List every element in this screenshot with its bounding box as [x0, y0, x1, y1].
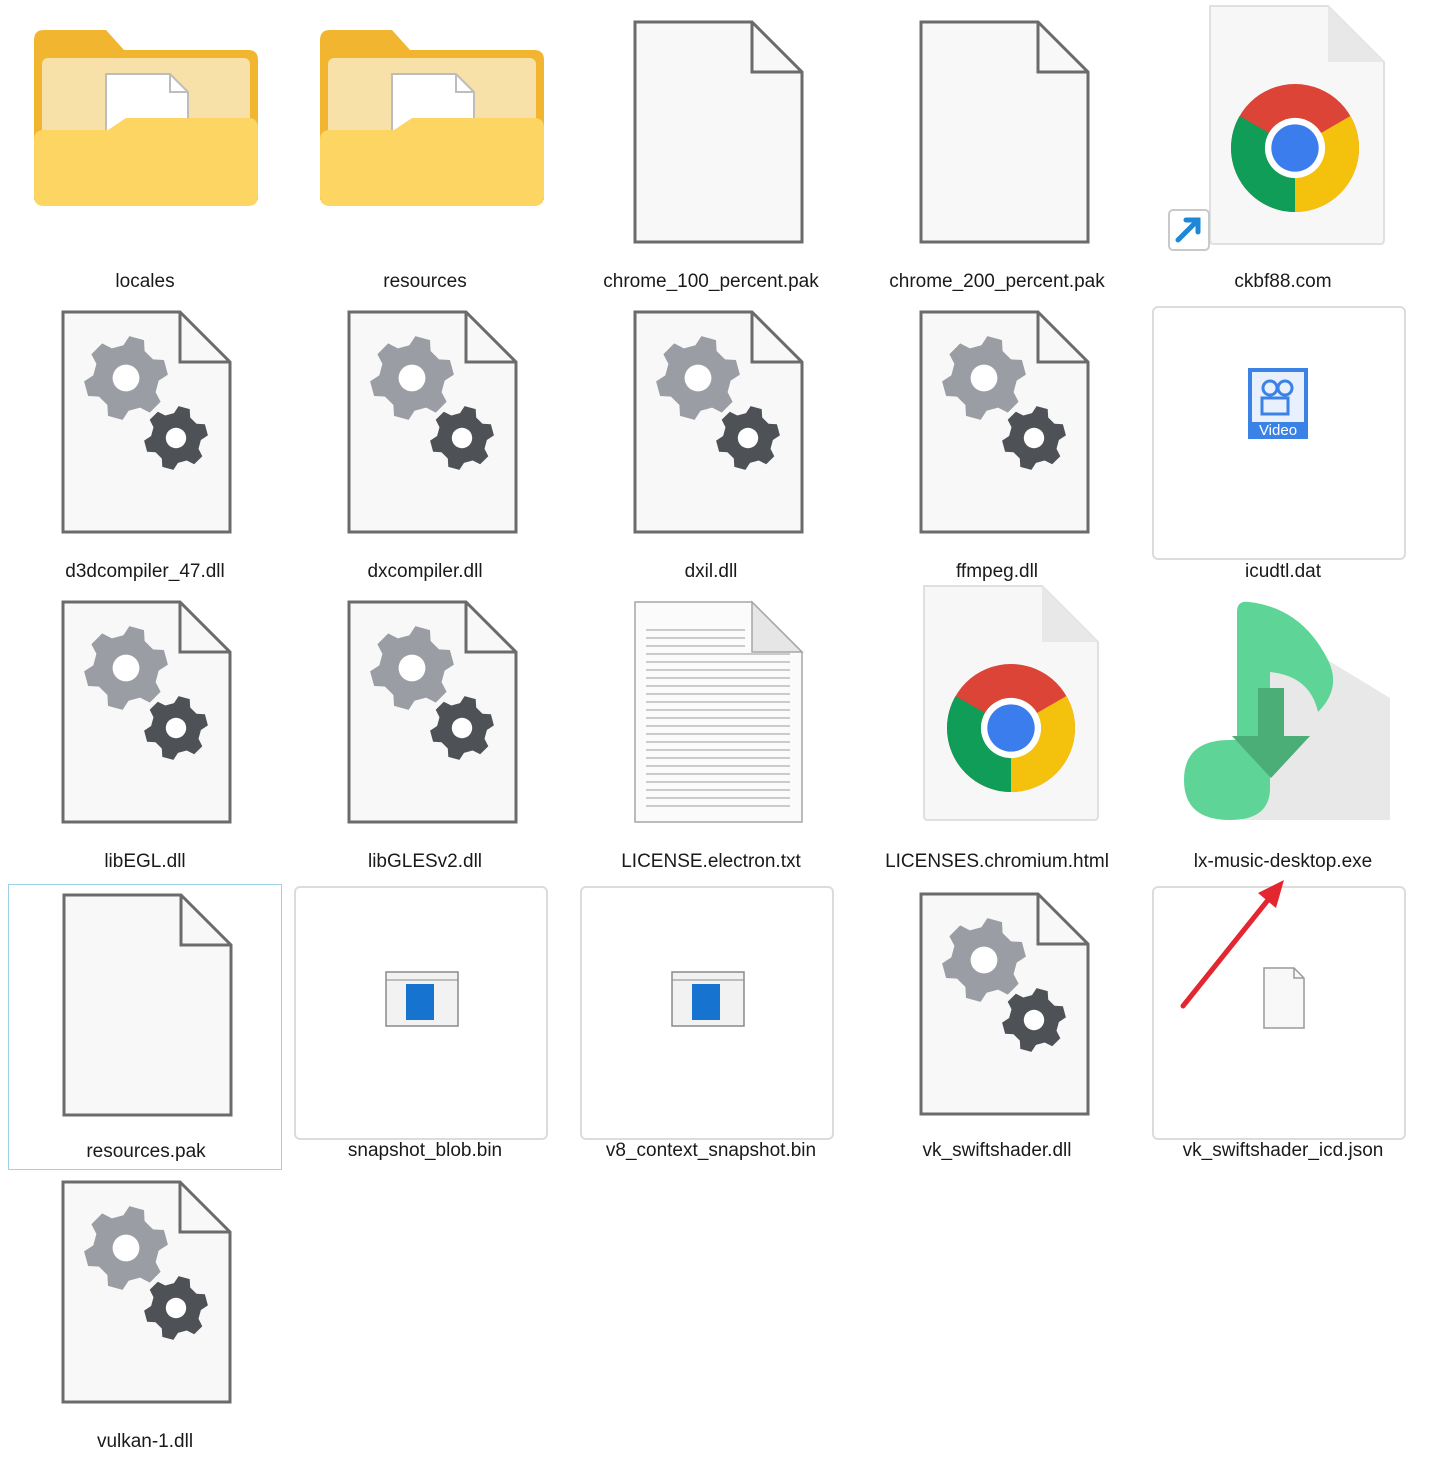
file-name-label: vk_swiftshader_icd.json — [1182, 1140, 1384, 1161]
file-item[interactable]: Video icudtl.dat — [1152, 290, 1426, 582]
file-item[interactable]: chrome_200_percent.pak — [866, 0, 1140, 292]
file-item[interactable]: chrome_100_percent.pak — [580, 0, 854, 292]
blank-file-icon — [633, 20, 804, 244]
dll-gears-icon — [61, 600, 232, 824]
file-item[interactable]: resources — [294, 0, 568, 292]
file-name-label: libGLESv2.dll — [367, 851, 483, 872]
text-document-icon — [634, 600, 804, 823]
dll-gears-icon — [61, 1180, 232, 1404]
file-item[interactable]: libEGL.dll — [8, 580, 282, 872]
file-item[interactable]: dxil.dll — [580, 290, 854, 582]
file-name-label: vulkan-1.dll — [96, 1431, 194, 1452]
file-item[interactable]: libGLESv2.dll — [294, 580, 568, 872]
file-item[interactable]: dxcompiler.dll — [294, 290, 568, 582]
file-item[interactable]: v8_context_snapshot.bin — [580, 884, 854, 1170]
file-item[interactable]: lx-music-desktop.exe — [1152, 580, 1426, 872]
file-item[interactable]: vk_swiftshader_icd.json — [1152, 884, 1426, 1170]
dll-gears-icon — [347, 600, 518, 824]
video-file-icon — [1248, 368, 1308, 438]
file-item[interactable]: resources.pak — [8, 884, 282, 1170]
file-item[interactable]: vulkan-1.dll — [8, 1160, 282, 1452]
file-name-label: lx-music-desktop.exe — [1193, 851, 1373, 872]
file-name-label: vk_swiftshader.dll — [922, 1140, 1072, 1161]
window-thumbnail-icon — [671, 971, 745, 1027]
folder-icon — [320, 30, 544, 206]
file-item[interactable]: LICENSE.electron.txt — [580, 580, 854, 872]
video-badge: Video — [1248, 422, 1308, 439]
blank-file-icon — [62, 893, 233, 1117]
file-item[interactable]: d3dcompiler_47.dll — [8, 290, 282, 582]
file-item[interactable]: vk_swiftshader.dll — [866, 884, 1140, 1170]
lx-music-icon — [1184, 601, 1390, 820]
chrome-html-icon — [923, 585, 1099, 821]
dll-gears-icon — [633, 310, 804, 534]
file-name-label: LICENSES.chromium.html — [885, 851, 1109, 872]
dll-gears-icon — [919, 310, 1090, 534]
dll-gears-icon — [347, 310, 518, 534]
file-name-label: snapshot_blob.bin — [347, 1140, 503, 1161]
dll-gears-icon — [61, 310, 232, 534]
file-item[interactable]: ckbf88.com — [1152, 0, 1426, 292]
file-item[interactable]: ffmpeg.dll — [866, 290, 1140, 582]
folder-icon — [34, 30, 258, 206]
blank-file-icon — [1263, 967, 1305, 1029]
file-item[interactable]: LICENSES.chromium.html — [866, 580, 1140, 872]
file-name-label: libEGL.dll — [104, 851, 186, 872]
file-item[interactable]: snapshot_blob.bin — [294, 884, 568, 1170]
blank-file-icon — [919, 20, 1090, 244]
chrome-shortcut-icon — [1168, 5, 1385, 251]
file-name-label: v8_context_snapshot.bin — [605, 1140, 817, 1161]
file-item[interactable]: locales — [8, 0, 282, 292]
file-name-label: LICENSE.electron.txt — [621, 851, 801, 872]
window-thumbnail-icon — [385, 971, 459, 1027]
dll-gears-icon — [919, 892, 1090, 1116]
